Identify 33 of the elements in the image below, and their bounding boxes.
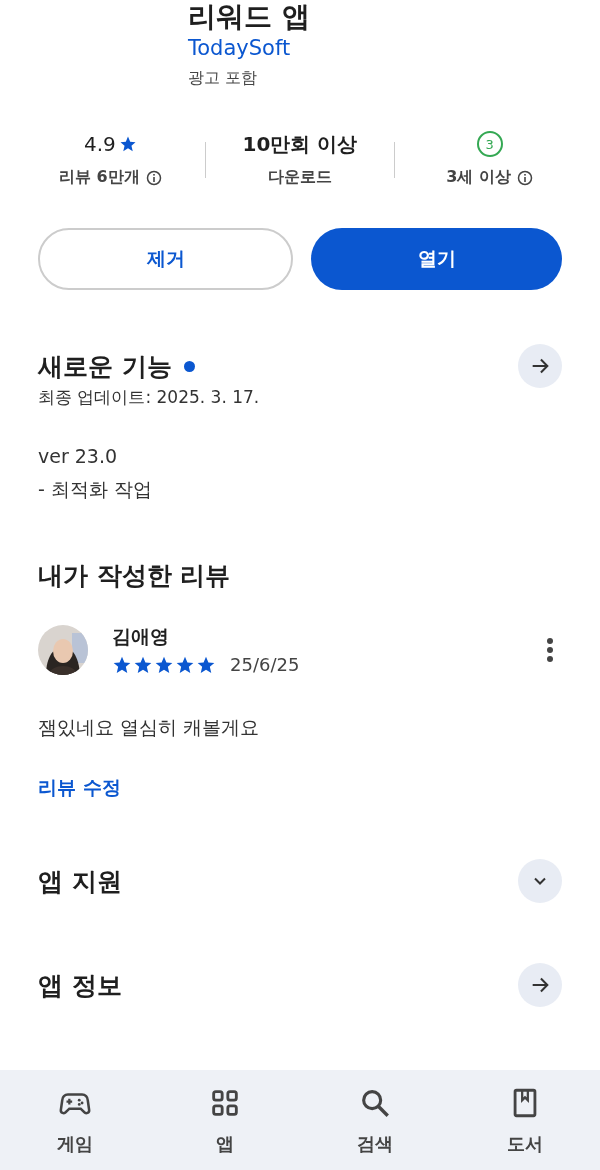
section-title: 내가 작성한 리뷰 [38,560,231,592]
release-note: ver 23.0 [38,445,119,467]
nav-item[interactable]: 앱 [150,1070,300,1170]
stat-label: 다운로드 [268,167,332,188]
section-title: 앱 지원 [38,865,122,898]
review-text: 잼있네요 열심히 캐볼게요 [37,715,261,740]
uninstall-button[interactable]: 제거 [38,228,293,290]
open-button[interactable]: 열기 [311,228,562,290]
section-title: 앱 정보 [38,969,122,1002]
more-vertical-icon [546,636,554,663]
nav-item[interactable]: 도서 [450,1070,600,1170]
nav-item[interactable]: 검색 [300,1070,450,1170]
stat-value: 10만회 이상 [242,130,358,158]
app-title: 리워드 앱 [188,0,311,34]
age-rating-badge: 3 [476,131,503,157]
new-indicator-dot [183,360,195,372]
review-date: 25/6/25 [230,654,300,675]
stat-label: 3세 이상 [446,167,512,188]
arrow-button[interactable] [518,344,562,388]
stat-label: 리뷰 6만개 [59,167,140,188]
nav-item[interactable]: 게임 [0,1070,150,1170]
info-icon[interactable] [517,169,534,186]
update-date: 최종 업데이트: 2025. 3. 17. [37,386,261,409]
arrow-button[interactable] [518,963,562,1007]
reviewer-name: 김애영 [112,624,170,649]
release-note: - 최적화 작업 [38,477,153,502]
developer-link[interactable]: TodaySoft [188,36,600,60]
star-icon [118,135,137,153]
edit-review-link[interactable]: 리뷰 수정 [38,775,121,801]
info-icon[interactable] [145,169,162,186]
rating-value: 4.9 [83,132,116,156]
ads-note: 광고 포함 [188,68,259,89]
section-title: 새로운 기능 [38,350,172,383]
